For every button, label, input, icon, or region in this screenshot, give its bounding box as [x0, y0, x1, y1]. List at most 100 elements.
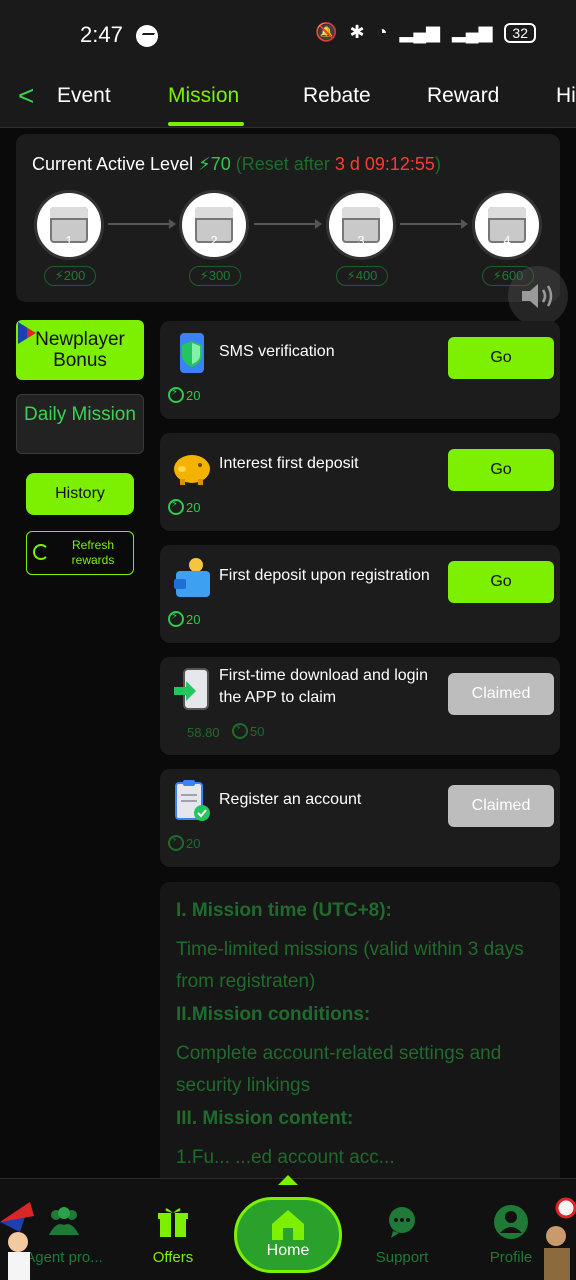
mission-card-download-app: First-time download and login the APP to…	[160, 657, 560, 755]
chest-points-2: ⚡300	[189, 266, 241, 286]
progress-arrow	[108, 219, 176, 229]
mission-reward: 20	[168, 499, 200, 515]
wallet-icon	[174, 558, 210, 597]
nav-label: Offers	[152, 1249, 194, 1266]
chest-points-1: ⚡200	[44, 266, 96, 286]
profile-icon	[494, 1205, 528, 1239]
signal-icon: ▂▄▆	[399, 22, 440, 42]
tab-rebate[interactable]: Rebate	[303, 84, 371, 108]
tab-mission[interactable]: Mission	[168, 84, 239, 108]
bluetooth-icon: ✱	[349, 22, 365, 42]
mission-reward: 20	[168, 835, 200, 851]
rules-text-time: Time-limited missions (valid within 3 da…	[176, 939, 524, 992]
chest-number: 4	[503, 233, 511, 248]
wifi-icon: ◔	[376, 22, 388, 42]
chest-number: 1	[65, 233, 73, 248]
refresh-icon	[33, 544, 49, 560]
daily-mission-button[interactable]: Daily Mission	[16, 394, 144, 454]
piggy-bank-icon	[174, 455, 210, 485]
status-time: 2:47	[80, 22, 123, 47]
rules-heading-time: I. Mission time (UTC+8):	[176, 900, 392, 921]
progress-arrow	[400, 219, 468, 229]
level-label: Current Active Level	[32, 154, 194, 174]
bolt-icon	[168, 499, 184, 515]
chest-1[interactable]: 1	[34, 190, 104, 260]
speaker-icon	[522, 284, 553, 308]
nav-label: Support	[375, 1249, 429, 1266]
refresh-rewards-button[interactable]: Refresh rewards	[26, 531, 134, 575]
active-level-panel: Current Active Level ⚡70 (Reset after 3 …	[16, 134, 560, 302]
back-arrow-icon[interactable]: <	[18, 80, 34, 112]
mute-icon: 🔕	[315, 22, 338, 42]
nav-offers[interactable]: Offers	[123, 1203, 223, 1266]
status-icons: 🔕 ✱ ◔ ▂▄▆ ▂▄▆ 32	[315, 22, 536, 43]
bolt-icon: ⚡	[198, 154, 211, 174]
bolt-icon	[168, 835, 184, 851]
gift-icon	[158, 1208, 188, 1237]
tab-history[interactable]: Hi	[556, 84, 576, 108]
support-icon	[389, 1207, 415, 1238]
bolt-icon	[168, 387, 184, 403]
mission-reward: 50	[232, 723, 264, 739]
mission-card-sms: SMS verification 20 Go	[160, 321, 560, 419]
tab-event[interactable]: Event	[57, 84, 111, 108]
tab-reward[interactable]: Reward	[427, 84, 499, 108]
rules-text-content: 1.Fu... ...ed account acc...	[176, 1147, 395, 1168]
rules-heading-conditions: II.Mission conditions:	[176, 1004, 371, 1025]
active-tab-indicator	[168, 122, 244, 126]
active-level-title: Current Active Level ⚡70 (Reset after 3 …	[32, 154, 441, 175]
mission-title: Register an account	[219, 791, 362, 808]
mission-title: Interest first deposit	[219, 455, 359, 472]
bolt-icon	[232, 723, 248, 739]
chest-number: 2	[210, 233, 218, 248]
nav-support[interactable]: Support	[352, 1203, 452, 1266]
clipboard-check-icon	[175, 780, 210, 821]
messenger-icon	[136, 25, 158, 47]
agent-icon	[49, 1207, 79, 1235]
mission-title: SMS verification	[219, 343, 335, 360]
reset-prefix: (Reset after	[235, 154, 330, 174]
mission-page: Current Active Level ⚡70 (Reset after 3 …	[0, 128, 576, 1178]
reset-countdown: 3 d 09:12:55	[334, 154, 435, 174]
bolt-icon	[168, 611, 184, 627]
go-button[interactable]: Go	[448, 561, 554, 603]
mission-card-interest-deposit: Interest first deposit 20 Go	[160, 433, 560, 531]
chest-points-3: ⚡400	[336, 266, 388, 286]
go-button[interactable]: Go	[448, 337, 554, 379]
sound-toggle-button[interactable]	[508, 266, 568, 326]
mission-title: First deposit upon registration	[219, 567, 430, 584]
chest-4[interactable]: 4	[472, 190, 542, 260]
nav-label: Home	[266, 1242, 310, 1259]
chest-3[interactable]: 3	[326, 190, 396, 260]
level-points: 70	[210, 154, 231, 174]
history-button[interactable]: History	[26, 473, 134, 515]
top-tab-bar: < Event Mission Rebate Reward Hi	[0, 72, 576, 128]
chest-number: 3	[357, 233, 365, 248]
battery-icon: 32	[504, 22, 536, 43]
signal-icon-2: ▂▄▆	[451, 22, 493, 42]
mission-reward: 20	[168, 611, 200, 627]
mission-cash-reward: 58.80	[187, 725, 220, 740]
claimed-button[interactable]: Claimed	[448, 785, 554, 827]
shield-phone-icon	[180, 333, 204, 373]
mascot-right-decoration	[544, 1197, 576, 1280]
app-download-icon	[174, 668, 209, 710]
progress-arrow	[254, 219, 322, 229]
home-chevron-up-icon	[278, 1175, 298, 1185]
mission-rules-panel: I. Mission time (UTC+8): Time-limited mi…	[160, 882, 560, 1178]
reset-suffix: )	[434, 154, 441, 174]
mission-reward: 20	[168, 387, 200, 403]
mission-title: First-time download and login the APP to…	[219, 667, 428, 706]
bottom-navigation: Agent pro... Offers Home Support Profile	[0, 1175, 576, 1280]
rules-heading-content: III. Mission content:	[176, 1108, 354, 1129]
claimed-button[interactable]: Claimed	[448, 673, 554, 715]
mission-card-first-deposit: First deposit upon registration 20 Go	[160, 545, 560, 643]
go-button[interactable]: Go	[448, 449, 554, 491]
mission-card-register: Register an account 20 Claimed	[160, 769, 560, 867]
chest-2[interactable]: 2	[179, 190, 249, 260]
newplayer-bonus-button[interactable]: Newplayer Bonus	[16, 320, 144, 380]
mascot-left-decoration	[0, 1202, 34, 1280]
nav-home[interactable]: Home	[234, 1197, 342, 1273]
home-icon	[272, 1210, 304, 1240]
status-bar: 2:47 🔕 ✱ ◔ ▂▄▆ ▂▄▆ 32	[0, 0, 576, 72]
